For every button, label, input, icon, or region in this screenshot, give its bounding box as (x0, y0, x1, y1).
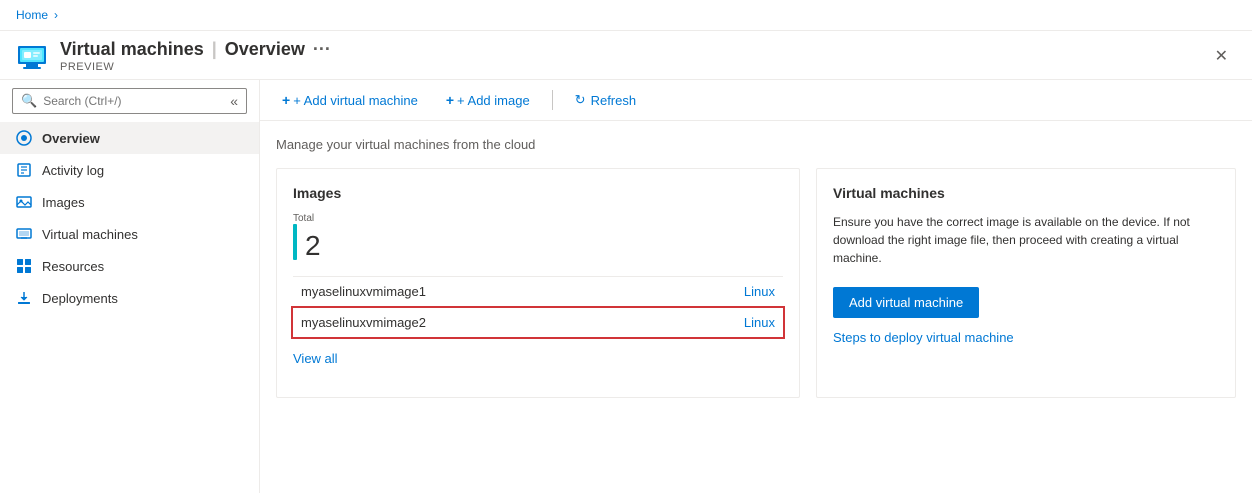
search-box: 🔍 « (12, 88, 247, 114)
total-bar-indicator (293, 224, 297, 260)
image-name-2: myaselinuxvmimage2 (301, 315, 426, 330)
preview-badge: PREVIEW (60, 61, 1207, 73)
breadcrumb: Home › (16, 8, 58, 22)
add-image-button[interactable]: + + Add image (440, 88, 536, 112)
add-image-label: + Add image (457, 93, 530, 108)
image-row-1[interactable]: myaselinuxvmimage1 Linux (293, 277, 783, 306)
sidebar-item-deployments-label: Deployments (42, 291, 118, 306)
add-vm-icon: + (282, 92, 290, 108)
images-card: Images Total 2 myaselinuxvmimage1 Linux … (276, 168, 800, 398)
steps-to-deploy-link[interactable]: Steps to deploy virtual machine (833, 330, 1014, 345)
section-name: Overview (225, 39, 305, 60)
add-vm-label: + Add virtual machine (293, 93, 418, 108)
add-virtual-machine-button[interactable]: + + Add virtual machine (276, 88, 424, 112)
content-area: Manage your virtual machines from the cl… (260, 121, 1252, 493)
top-bar: Home › (0, 0, 1252, 31)
total-count-row: 2 (293, 224, 783, 260)
service-name: Virtual machines (60, 39, 204, 60)
page-description: Manage your virtual machines from the cl… (276, 137, 1236, 152)
refresh-icon: ↻ (575, 92, 586, 108)
sidebar-item-overview-label: Overview (42, 131, 100, 146)
sidebar-item-virtual-machines[interactable]: Virtual machines (0, 218, 259, 250)
sidebar-item-images[interactable]: Images (0, 186, 259, 218)
sidebar-item-resources-label: Resources (42, 259, 104, 274)
page-header: Virtual machines | Overview ··· PREVIEW … (0, 31, 1252, 80)
overview-icon (16, 130, 32, 146)
total-label: Total (293, 213, 783, 224)
total-count: 2 (305, 232, 321, 260)
refresh-button[interactable]: ↻ Refresh (569, 88, 642, 112)
image-os-1: Linux (744, 284, 775, 299)
sidebar-item-activity-log-label: Activity log (42, 163, 104, 178)
sidebar-item-resources[interactable]: Resources (0, 250, 259, 282)
images-list: myaselinuxvmimage1 Linux myaselinuxvmima… (293, 276, 783, 339)
main-content: + + Add virtual machine + + Add image ↻ … (260, 80, 1252, 493)
header-title: Virtual machines | Overview ··· (60, 39, 1207, 60)
main-layout: 🔍 « Overview Activity log I (0, 80, 1252, 493)
refresh-label: Refresh (591, 93, 637, 108)
sidebar-item-vms-label: Virtual machines (42, 227, 138, 242)
close-button[interactable]: ✕ (1207, 42, 1236, 70)
search-input[interactable] (43, 94, 224, 108)
resources-icon (16, 258, 32, 274)
sidebar-item-activity-log[interactable]: Activity log (0, 154, 259, 186)
vm-card-description: Ensure you have the correct image is ava… (833, 213, 1219, 267)
image-row-2[interactable]: myaselinuxvmimage2 Linux (291, 306, 785, 339)
vm-card: Virtual machines Ensure you have the cor… (816, 168, 1236, 398)
view-all-link[interactable]: View all (293, 351, 338, 366)
images-card-title: Images (293, 185, 783, 201)
virtual-machines-icon (16, 226, 32, 242)
search-icon: 🔍 (21, 93, 37, 109)
collapse-sidebar-button[interactable]: « (230, 93, 238, 109)
toolbar-divider (552, 90, 553, 110)
nav-items: Overview Activity log Images Virtual mac… (0, 122, 259, 493)
add-image-icon: + (446, 92, 454, 108)
vm-card-title: Virtual machines (833, 185, 1219, 201)
vm-icon (16, 40, 48, 72)
activity-log-icon (16, 162, 32, 178)
header-title-block: Virtual machines | Overview ··· PREVIEW (60, 39, 1207, 73)
sidebar-item-images-label: Images (42, 195, 85, 210)
sidebar-item-overview[interactable]: Overview (0, 122, 259, 154)
cards-row: Images Total 2 myaselinuxvmimage1 Linux … (276, 168, 1236, 398)
home-link[interactable]: Home (16, 8, 48, 22)
toolbar: + + Add virtual machine + + Add image ↻ … (260, 80, 1252, 121)
add-vm-card-button[interactable]: Add virtual machine (833, 287, 979, 318)
images-icon (16, 194, 32, 210)
image-name-1: myaselinuxvmimage1 (301, 284, 426, 299)
deployments-icon (16, 290, 32, 306)
sidebar: 🔍 « Overview Activity log I (0, 80, 260, 493)
sidebar-item-deployments[interactable]: Deployments (0, 282, 259, 314)
more-options-icon[interactable]: ··· (313, 39, 331, 60)
image-os-2: Linux (744, 315, 775, 330)
breadcrumb-separator: › (54, 8, 58, 22)
